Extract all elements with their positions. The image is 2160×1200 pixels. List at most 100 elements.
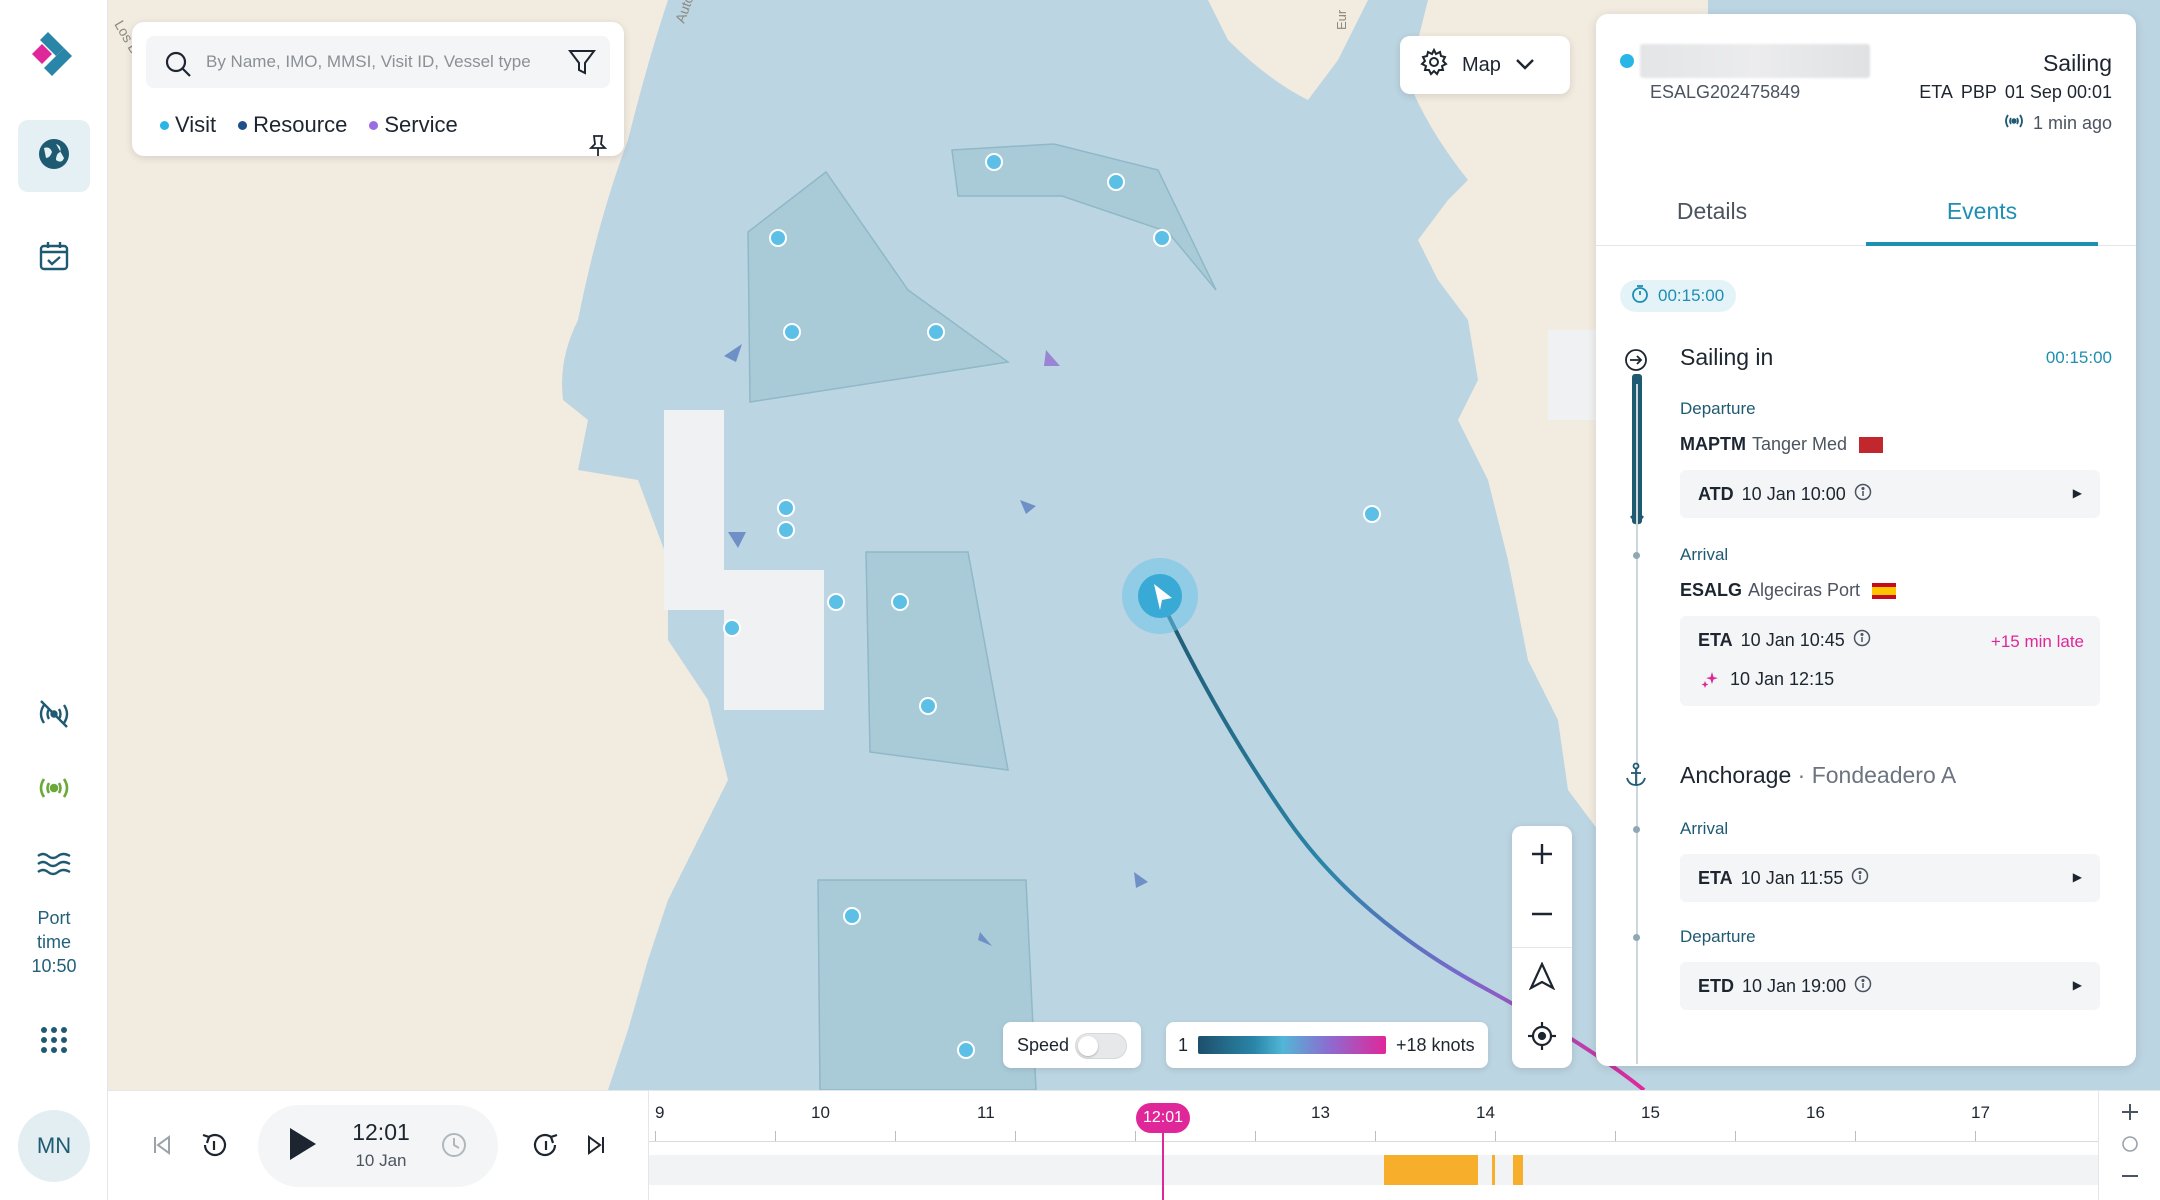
info-icon[interactable] <box>1853 629 1871 652</box>
eta-row[interactable]: ETA 10 Jan 10:45 +15 min late 10 Jan 12:… <box>1680 616 2100 706</box>
timeline-reset-button[interactable] <box>2117 1133 2143 1159</box>
tides-button[interactable] <box>18 830 90 902</box>
tab-events[interactable]: Events <box>1866 188 2098 246</box>
tick-label: 17 <box>1971 1103 1990 1122</box>
rewind-button[interactable] <box>194 1127 234 1167</box>
tick-mark <box>1135 1131 1136 1141</box>
timeline-axis <box>649 1141 2099 1142</box>
map-controls <box>1512 826 1572 1068</box>
signal-icon <box>35 769 73 812</box>
plus-icon <box>2121 1103 2139 1126</box>
anchorage-departure-label: Departure <box>1680 927 1756 946</box>
duration-chip: 00:15:00 <box>1620 280 1737 312</box>
info-icon[interactable] <box>1854 483 1872 506</box>
map-layer-select[interactable]: Map <box>1400 36 1570 94</box>
play-icon <box>288 1127 316 1165</box>
tick-label: 15 <box>1641 1103 1660 1122</box>
timeline[interactable]: 9 10 11 13 14 15 16 17 12:01 <box>648 1091 2099 1200</box>
arrival-port: ESALG Algeciras Port <box>1680 580 1897 601</box>
eta-kv: ETA 10 Jan 10:45 <box>1698 629 1871 652</box>
speed-scale-min: 1 <box>1178 1034 1189 1055</box>
toggle-knob <box>1078 1036 1098 1056</box>
pin-icon[interactable] <box>588 134 608 163</box>
panel-tabs: Details Events <box>1596 188 2136 246</box>
legend-label: Resource <box>253 112 348 137</box>
north-up-button[interactable] <box>1512 948 1572 1008</box>
search-box[interactable] <box>146 36 610 88</box>
legend-resource[interactable]: Resource <box>238 112 347 138</box>
info-icon[interactable] <box>1854 975 1872 998</box>
tick-mark <box>775 1131 776 1141</box>
nav-map-button[interactable] <box>18 120 90 192</box>
skip-start-button[interactable] <box>144 1129 180 1165</box>
fast-forward-button[interactable] <box>526 1127 566 1167</box>
duration-value: 00:15:00 <box>1658 286 1725 305</box>
atd-kv: ATD 10 Jan 10:00 <box>1698 483 1872 506</box>
speed-toggle[interactable] <box>1075 1033 1127 1059</box>
skip-forward-icon <box>585 1134 607 1161</box>
tick-mark <box>895 1131 896 1141</box>
anchorage-arrival-label: Arrival <box>1680 819 1729 838</box>
timeline-dot <box>1633 826 1640 833</box>
caret-right-icon: ▶ <box>2072 870 2082 884</box>
tick-label: 9 <box>655 1103 665 1122</box>
anchor-icon <box>1624 762 1648 793</box>
filter-icon[interactable] <box>568 48 596 81</box>
search-input[interactable] <box>206 46 536 78</box>
speed-scale: 1 +18 knots <box>1166 1022 1488 1068</box>
ais-on-button[interactable] <box>18 754 90 826</box>
tick-mark <box>1255 1131 1256 1141</box>
port-time-label: Port time <box>36 908 71 952</box>
timeline-zoom <box>2098 1091 2160 1200</box>
locate-button[interactable] <box>1512 1008 1572 1068</box>
play-button[interactable] <box>282 1126 322 1166</box>
gear-icon <box>1420 47 1448 82</box>
app-logo <box>28 28 80 80</box>
sailing-duration: 00:15:00 <box>2045 348 2112 367</box>
atd-key: ATD <box>1698 484 1734 504</box>
anchorage-etd-row[interactable]: ETD 10 Jan 19:00 ▶ <box>1680 962 2100 1010</box>
eta-type: PBP <box>1960 82 1997 102</box>
tick-label: 14 <box>1476 1103 1495 1122</box>
zoom-out-button[interactable] <box>1512 886 1572 946</box>
tick-mark <box>655 1131 656 1141</box>
etd-value: 10 Jan 19:00 <box>1742 976 1847 996</box>
minus-icon <box>2121 1167 2139 1190</box>
info-icon[interactable] <box>1851 867 1869 890</box>
minus-icon <box>1530 902 1554 931</box>
event-block[interactable] <box>1384 1155 1478 1185</box>
search-icon <box>164 50 192 83</box>
atd-row[interactable]: ATD 10 Jan 10:00 ▶ <box>1680 470 2100 518</box>
vessel-panel: ESALG202475849 Sailing ETA PBP 01 Sep 00:0… <box>1596 14 2136 1066</box>
timeline-zoom-out-button[interactable] <box>2117 1165 2143 1191</box>
legend-label: Visit <box>175 112 217 137</box>
event-block[interactable] <box>1513 1155 1523 1185</box>
legend-visit[interactable]: Visit <box>160 112 216 138</box>
tick-label: 10 <box>811 1103 830 1122</box>
globe-icon <box>36 136 72 177</box>
rewind-icon <box>199 1130 229 1165</box>
anchorage-eta-row[interactable]: ETA 10 Jan 11:55 ▶ <box>1680 854 2100 902</box>
nav-calendar-button[interactable] <box>18 222 90 294</box>
tick-mark <box>1375 1131 1376 1141</box>
zoom-in-button[interactable] <box>1512 826 1572 886</box>
ais-off-button[interactable] <box>18 680 90 752</box>
skip-end-button[interactable] <box>578 1129 614 1165</box>
live-button[interactable] <box>436 1129 472 1165</box>
tab-details[interactable]: Details <box>1596 188 1828 246</box>
event-block[interactable] <box>1492 1155 1495 1185</box>
circle-icon <box>2121 1135 2139 1158</box>
late-badge: +15 min late <box>1990 632 2084 651</box>
timeline-zoom-in-button[interactable] <box>2117 1101 2143 1127</box>
apps-menu-button[interactable] <box>18 1006 90 1078</box>
etd-kv: ETD 10 Jan 19:00 <box>1698 975 1872 998</box>
tick-mark <box>1855 1131 1856 1141</box>
tick-mark <box>1495 1131 1496 1141</box>
avatar[interactable]: MN <box>18 1110 90 1182</box>
map-select-label: Map <box>1462 53 1501 76</box>
port-code: ESALG <box>1680 580 1743 600</box>
eta-value: 10 Jan 11:55 <box>1740 868 1844 888</box>
anchorage-title: Anchorage · Fondeadero A <box>1680 762 1956 789</box>
tick-label: 11 <box>977 1103 995 1122</box>
legend-service[interactable]: Service <box>369 112 458 138</box>
